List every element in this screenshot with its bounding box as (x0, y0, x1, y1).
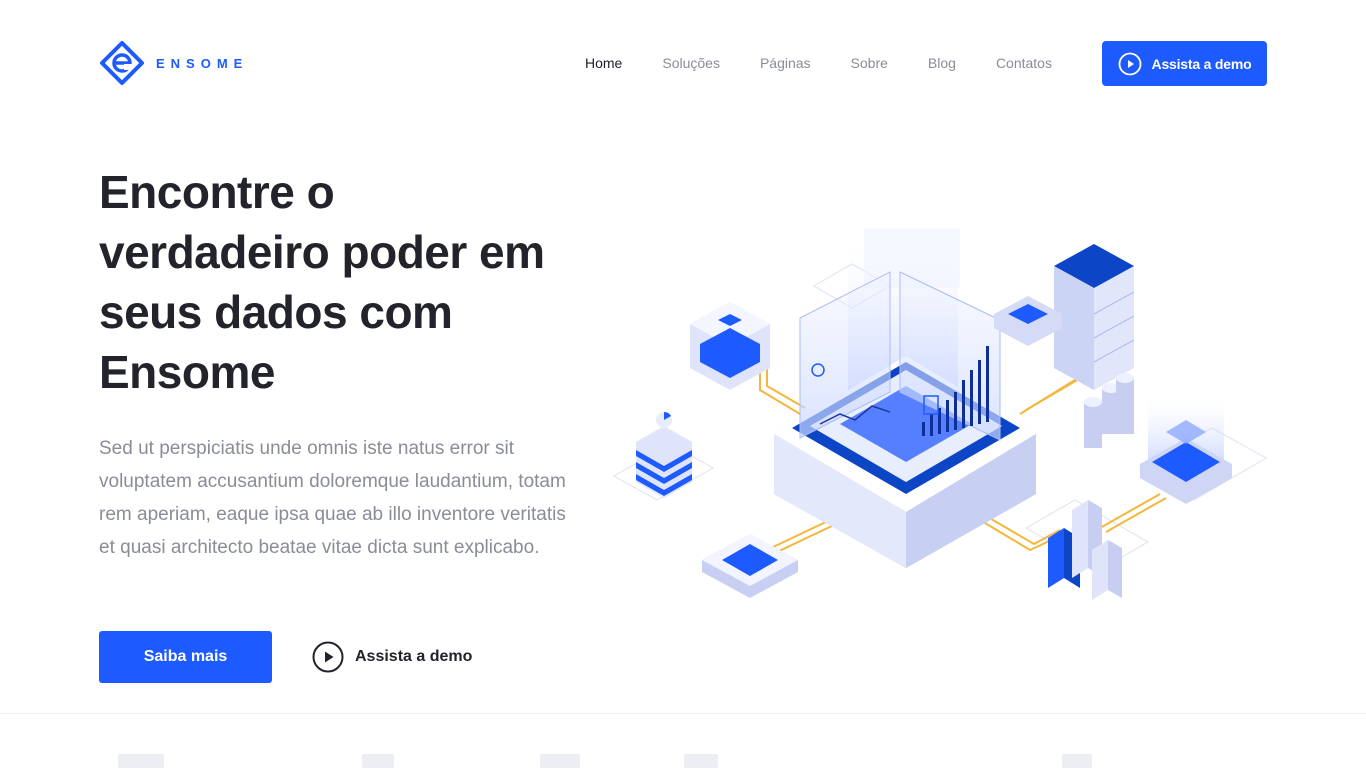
hero-title: Encontre o verdadeiro poder em seus dado… (99, 162, 599, 402)
hero-title-line-1: Encontre o (99, 166, 335, 218)
header-demo-label: Assista a demo (1151, 55, 1252, 72)
site-header: ENSOME Home Soluções Páginas Sobre Blog … (0, 0, 1366, 126)
hero-demo-button[interactable]: Assista a demo (312, 641, 472, 673)
bar-blocks (1048, 500, 1122, 600)
header-demo-button[interactable]: Assista a demo (1102, 41, 1267, 86)
hero-description: Sed ut perspiciatis unde omnis iste natu… (99, 438, 566, 558)
data-platform-illustration (612, 228, 1268, 600)
main-nav: Home Soluções Páginas Sobre Blog Contato… (585, 53, 1092, 73)
brand-name: ENSOME (156, 55, 249, 71)
play-circle-icon (1118, 52, 1141, 75)
ensome-logo-icon (100, 41, 144, 85)
nav-item-solucoes[interactable]: Soluções (662, 53, 720, 73)
hero-demo-label: Assista a demo (355, 648, 473, 665)
chip-top-middle (994, 296, 1062, 346)
chip-bottom-left (702, 534, 798, 598)
hero-title-line-4: Ensome (99, 346, 275, 398)
learn-more-button[interactable]: Saiba mais (99, 631, 272, 683)
hero-title-line-2: verdadeiro poder em (99, 226, 545, 278)
nav-item-contatos[interactable]: Contatos (996, 53, 1052, 73)
partner-logo (540, 754, 580, 768)
striped-cube-left (636, 411, 692, 498)
hero-title-line-3: seus dados com (99, 286, 453, 338)
nav-item-sobre[interactable]: Sobre (851, 53, 888, 73)
partner-logo (684, 754, 718, 768)
glow-pedestal-right (1140, 398, 1232, 504)
stack-block-top-left (690, 302, 770, 390)
partner-logo (362, 754, 394, 768)
nav-item-blog[interactable]: Blog (928, 53, 956, 73)
partner-logo (118, 754, 164, 768)
play-circle-icon (312, 641, 344, 673)
nav-item-paginas[interactable]: Páginas (760, 53, 811, 73)
brand-logo[interactable]: ENSOME (98, 40, 248, 86)
partner-logos-strip (0, 714, 1366, 768)
server-stack (1053, 244, 1135, 390)
nav-item-home[interactable]: Home (585, 53, 622, 73)
partner-logo (1062, 754, 1092, 768)
